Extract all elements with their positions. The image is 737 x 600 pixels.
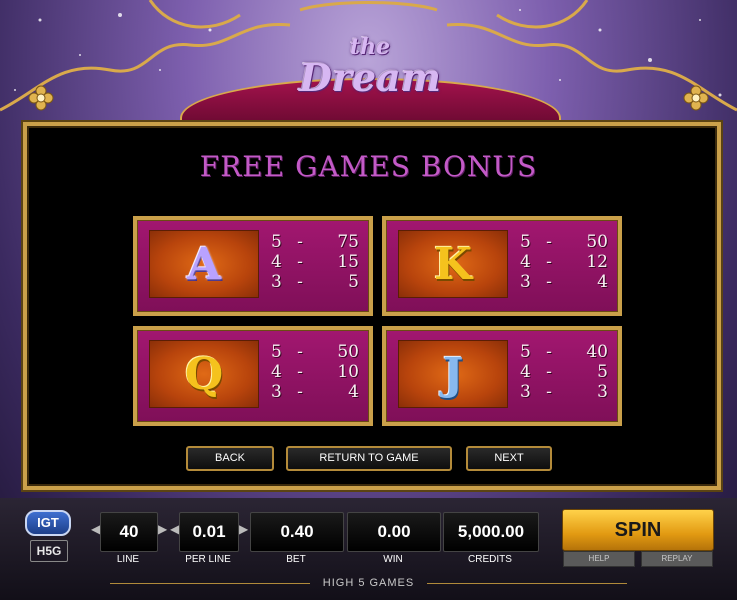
symbol-k-icon: K — [433, 238, 473, 290]
page-title: FREE GAMES BONUS — [199, 150, 538, 183]
left-arrow-icon[interactable]: ◀ — [170, 522, 179, 536]
bet-label: BET — [286, 554, 306, 565]
logo-main-text: Dream — [299, 55, 441, 100]
per-line-meter: 0.01 — [179, 512, 239, 552]
pay-row: 5-40 — [520, 342, 608, 362]
paytable-entry: A 5-75 4-15 3-5 — [133, 216, 373, 316]
pay-row: 5-50 — [271, 342, 359, 362]
symbol-j-icon: J — [442, 348, 464, 400]
per-line-label: PER LINE — [185, 554, 231, 565]
pay-list: 5-40 4-5 3-3 — [520, 342, 608, 402]
line-label: LINE — [116, 554, 140, 565]
help-button[interactable]: HELP — [563, 551, 635, 567]
return-to-game-button[interactable]: RETURN TO GAME — [286, 446, 452, 471]
pay-row: 5-75 — [271, 232, 359, 252]
credits-meter: 5,000.00 — [443, 512, 539, 552]
pay-row: 3-5 — [271, 272, 359, 292]
symbol-tile: Q — [149, 340, 259, 408]
replay-button[interactable]: REPLAY — [641, 551, 713, 567]
back-button[interactable]: BACK — [186, 446, 274, 471]
win-label: WIN — [383, 554, 403, 565]
symbol-q-icon: Q — [184, 348, 224, 400]
pay-row: 5-50 — [520, 232, 608, 252]
igt-logo: IGT — [25, 510, 71, 536]
right-arrow-icon[interactable]: ▶ — [158, 522, 167, 536]
symbol-a-icon: A — [186, 238, 222, 290]
pay-list: 5-50 4-10 3-4 — [271, 342, 359, 402]
line-meter: 40 — [100, 512, 158, 552]
paytable-entry: K 5-50 4-12 3-4 — [382, 216, 622, 316]
symbol-tile: A — [149, 230, 259, 298]
paytable-entry: Q 5-50 4-10 3-4 — [133, 326, 373, 426]
pay-row: 3-4 — [520, 272, 608, 292]
next-button[interactable]: NEXT — [466, 446, 552, 471]
pay-list: 5-75 4-15 3-5 — [271, 232, 359, 292]
pay-row: 3-4 — [271, 382, 359, 402]
pay-row: 4-5 — [520, 362, 608, 382]
bet-meter: 0.40 — [250, 512, 344, 552]
pay-row: 4-10 — [271, 362, 359, 382]
pay-row: 4-15 — [271, 252, 359, 272]
pay-row: 4-12 — [520, 252, 608, 272]
right-arrow-icon[interactable]: ▶ — [239, 522, 248, 536]
pay-row: 3-3 — [520, 382, 608, 402]
gold-flower-icon — [28, 85, 54, 111]
win-meter: 0.00 — [347, 512, 441, 552]
symbol-tile: K — [398, 230, 508, 298]
credits-label: CREDITS — [468, 554, 512, 565]
game-logo: the Dream — [290, 36, 450, 108]
left-arrow-icon[interactable]: ◀ — [91, 522, 100, 536]
h5g-logo: H5G — [30, 540, 68, 562]
high5-games-logo: HIGH 5 GAMES — [322, 577, 415, 589]
pay-list: 5-50 4-12 3-4 — [520, 232, 608, 292]
gold-flower-icon — [683, 85, 709, 111]
spin-button[interactable]: SPIN — [562, 509, 714, 551]
symbol-tile: J — [398, 340, 508, 408]
paytable-entry: J 5-40 4-5 3-3 — [382, 326, 622, 426]
